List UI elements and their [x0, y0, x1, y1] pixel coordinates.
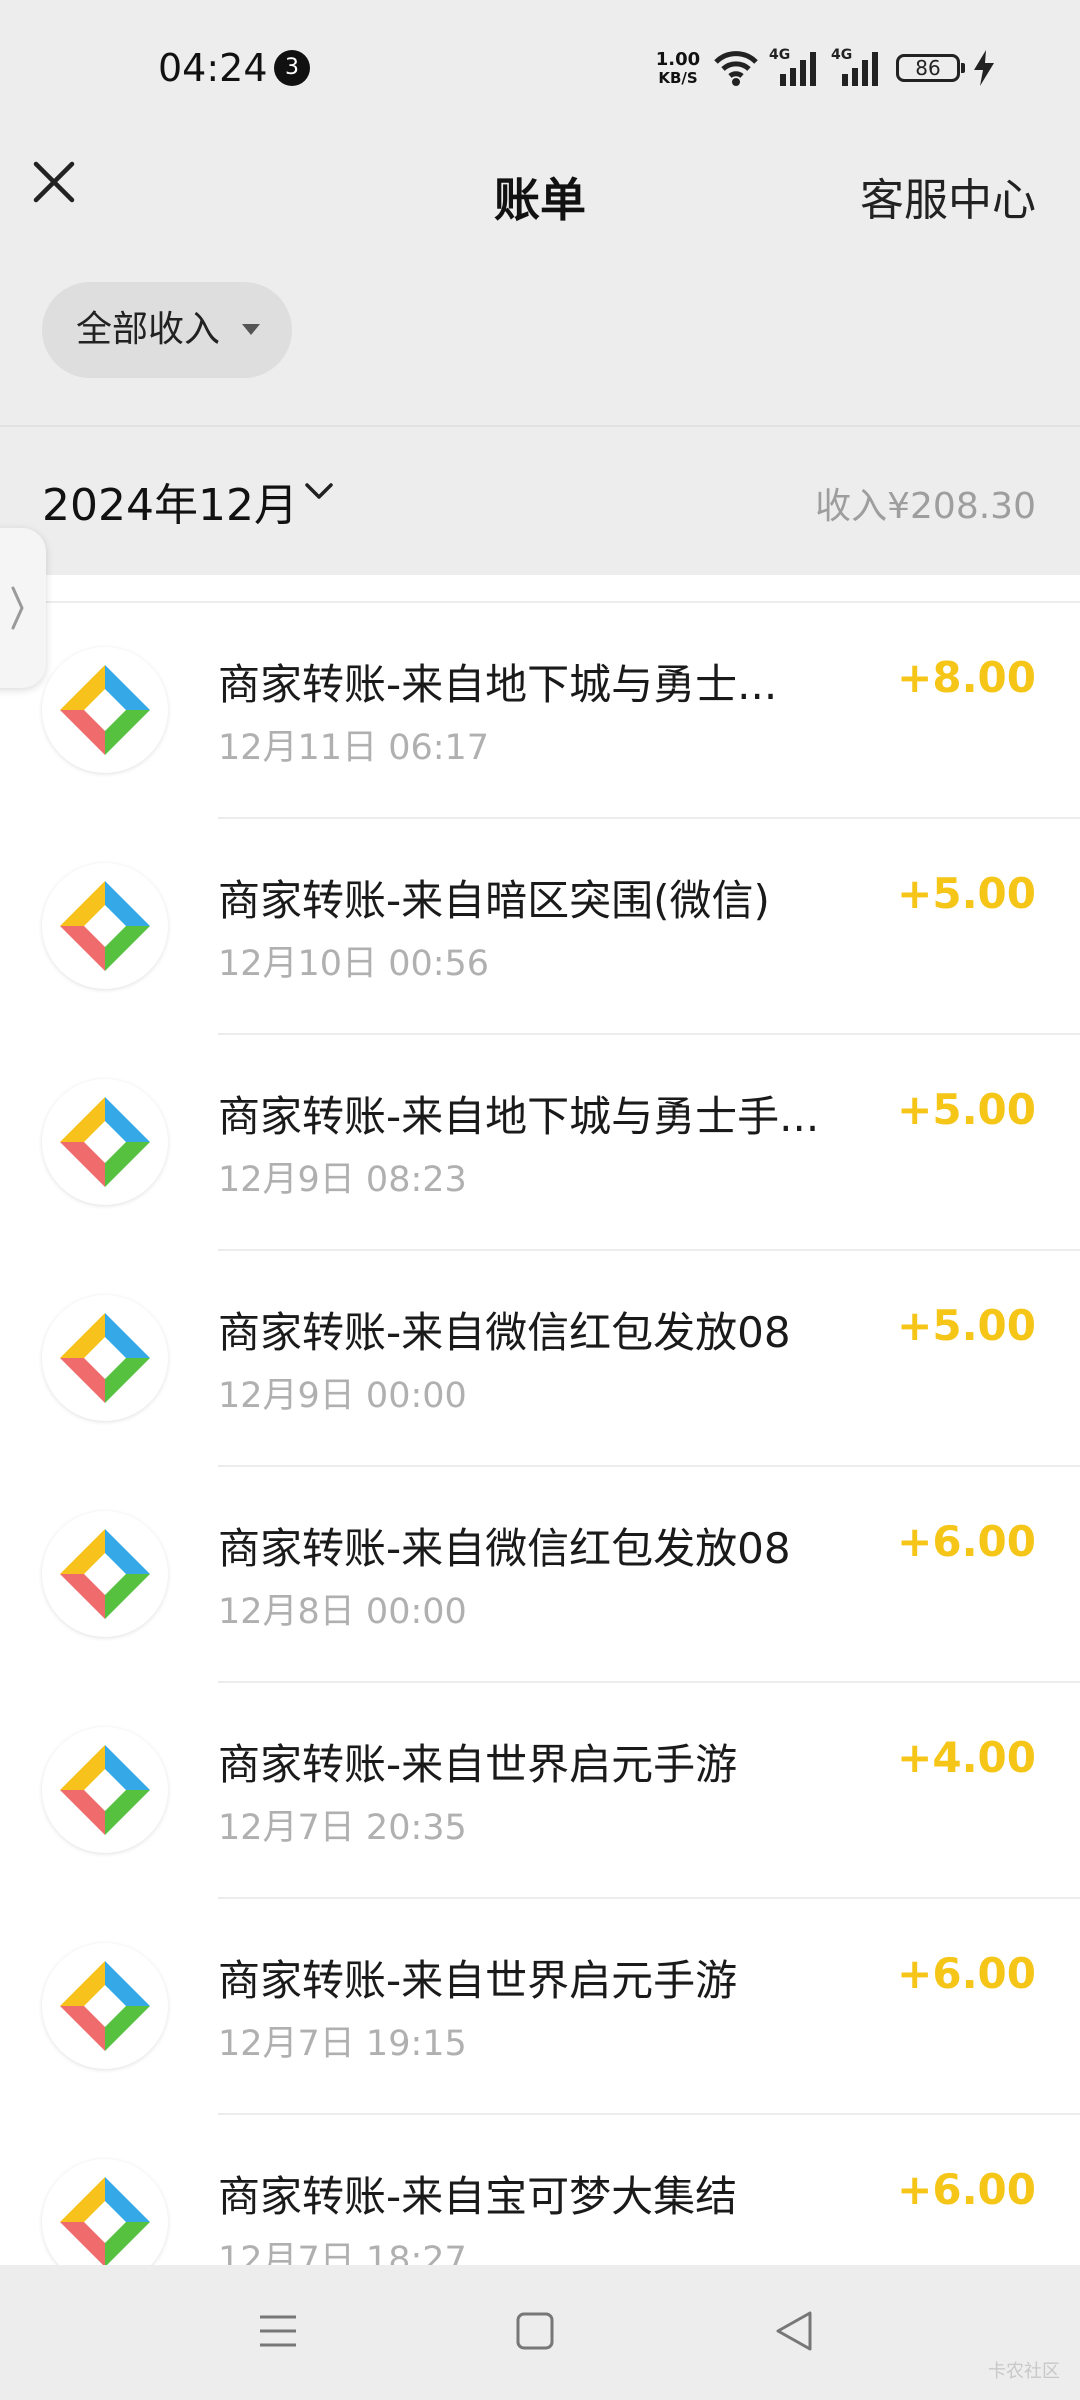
transaction-title: 商家转账-来自世界启元手游	[218, 1956, 738, 2005]
merchant-logo-icon	[42, 1511, 168, 1637]
menu-icon[interactable]	[258, 2311, 298, 2351]
transaction-list[interactable]: 商家转账-来自地下城与勇士... 12月11日 06:17 +8.00 商家转账-来自…	[0, 575, 1080, 2265]
merchant-logo-icon	[42, 647, 168, 773]
transaction-row[interactable]: 商家转账-来自地下城与勇士... 12月11日 06:17 +8.00	[0, 603, 1080, 819]
transaction-time: 12月9日 00:00	[218, 1376, 467, 1416]
month-income-total: 收入¥208.30	[815, 477, 1036, 529]
transaction-row[interactable]: 商家转账-来自微信红包发放08 12月8日 00:00 +6.00	[0, 1467, 1080, 1683]
transaction-time: 12月7日 20:35	[218, 1808, 467, 1848]
transaction-amount: +4.00	[897, 1733, 1036, 1782]
filter-label: 全部收入	[76, 309, 221, 350]
transaction-amount: +6.00	[897, 1949, 1036, 1998]
month-label: 2024年12月	[42, 480, 298, 531]
status-time: 04:24	[158, 46, 268, 90]
transaction-time: 12月8日 00:00	[218, 1592, 467, 1632]
transaction-time: 12月10日 00:56	[218, 944, 490, 984]
income-label: 收入	[815, 486, 888, 527]
back-icon[interactable]	[774, 2309, 814, 2353]
transaction-row[interactable]: 商家转账-来自暗区突围(微信) 12月10日 00:56 +5.00	[0, 819, 1080, 1035]
transaction-amount: +5.00	[897, 1085, 1036, 1134]
merchant-logo-icon	[42, 1079, 168, 1205]
charging-bolt-icon	[974, 50, 994, 86]
filter-area: 全部收入	[0, 240, 1080, 427]
network-type-label: 4G	[831, 47, 852, 63]
income-amount: ¥208.30	[887, 486, 1036, 527]
chevron-down-icon[interactable]	[304, 481, 334, 501]
transaction-title: 商家转账-来自微信红包发放08	[218, 1524, 791, 1573]
transaction-amount: +5.00	[897, 869, 1036, 918]
network-speed-value: 1.00	[655, 49, 701, 70]
network-speed-unit: KB/S	[658, 69, 698, 87]
notification-count-badge: 3	[274, 50, 310, 86]
transaction-amount: +8.00	[897, 653, 1036, 702]
transaction-amount: +5.00	[897, 1301, 1036, 1350]
transaction-row[interactable]: 商家转账-来自微信红包发放08 12月9日 00:00 +5.00	[0, 1251, 1080, 1467]
network-type-label: 4G	[769, 47, 790, 63]
floating-side-tab[interactable]	[0, 528, 46, 688]
signal-icon: 4G	[769, 47, 816, 86]
watermark: 卡农社区	[988, 2361, 1060, 2382]
transaction-time: 12月7日 19:15	[218, 2024, 467, 2064]
transaction-time: 12月9日 08:23	[218, 1160, 467, 1200]
transaction-title: 商家转账-来自地下城与勇士...	[218, 660, 778, 709]
caret-down-icon	[242, 324, 260, 335]
transaction-title: 商家转账-来自宝可梦大集结	[218, 2172, 738, 2221]
transaction-amount: +6.00	[897, 2165, 1036, 2214]
title-bar: 账单 客服中心	[0, 140, 1080, 240]
month-selector[interactable]: 2024年12月	[42, 469, 298, 533]
transaction-time: 12月7日 18:27	[218, 2240, 467, 2265]
network-speed: 1.00 KB/S	[650, 50, 706, 88]
home-icon[interactable]	[515, 2311, 555, 2351]
transaction-time: 12月11日 06:17	[218, 728, 490, 768]
transaction-row[interactable]: 商家转账-来自宝可梦大集结 12月7日 18:27 +6.00	[0, 2115, 1080, 2265]
transaction-title: 商家转账-来自微信红包发放08	[218, 1308, 791, 1357]
transaction-title: 商家转账-来自暗区突围(微信)	[218, 876, 770, 925]
system-navigation-bar: 卡农社区	[0, 2265, 1080, 2400]
merchant-logo-icon	[42, 1295, 168, 1421]
transaction-title: 商家转账-来自地下城与勇士手...	[218, 1092, 820, 1141]
wifi-icon	[714, 51, 758, 86]
battery-icon: 86	[896, 54, 965, 82]
merchant-logo-icon	[42, 2159, 168, 2265]
transaction-row[interactable]: 商家转账-来自世界启元手游 12月7日 20:35 +4.00	[0, 1683, 1080, 1899]
transaction-row[interactable]: 商家转账-来自世界启元手游 12月7日 19:15 +6.00	[0, 1899, 1080, 2115]
transaction-title: 商家转账-来自世界启元手游	[218, 1740, 738, 1789]
status-bar: 04:24 3 1.00 KB/S 4G 4G 86	[0, 0, 1080, 140]
customer-service-link[interactable]: 客服中心	[860, 164, 1036, 228]
merchant-logo-icon	[42, 1727, 168, 1853]
chevron-right-icon	[11, 586, 24, 630]
transaction-amount: +6.00	[897, 1517, 1036, 1566]
month-summary-bar: 2024年12月 收入¥208.30	[0, 427, 1080, 575]
transaction-row[interactable]: 商家转账-来自地下城与勇士手... 12月9日 08:23 +5.00	[0, 1035, 1080, 1251]
signal-icon: 4G	[831, 47, 878, 86]
merchant-logo-icon	[42, 1943, 168, 2069]
merchant-logo-icon	[42, 863, 168, 989]
income-filter-dropdown[interactable]: 全部收入	[42, 282, 292, 378]
